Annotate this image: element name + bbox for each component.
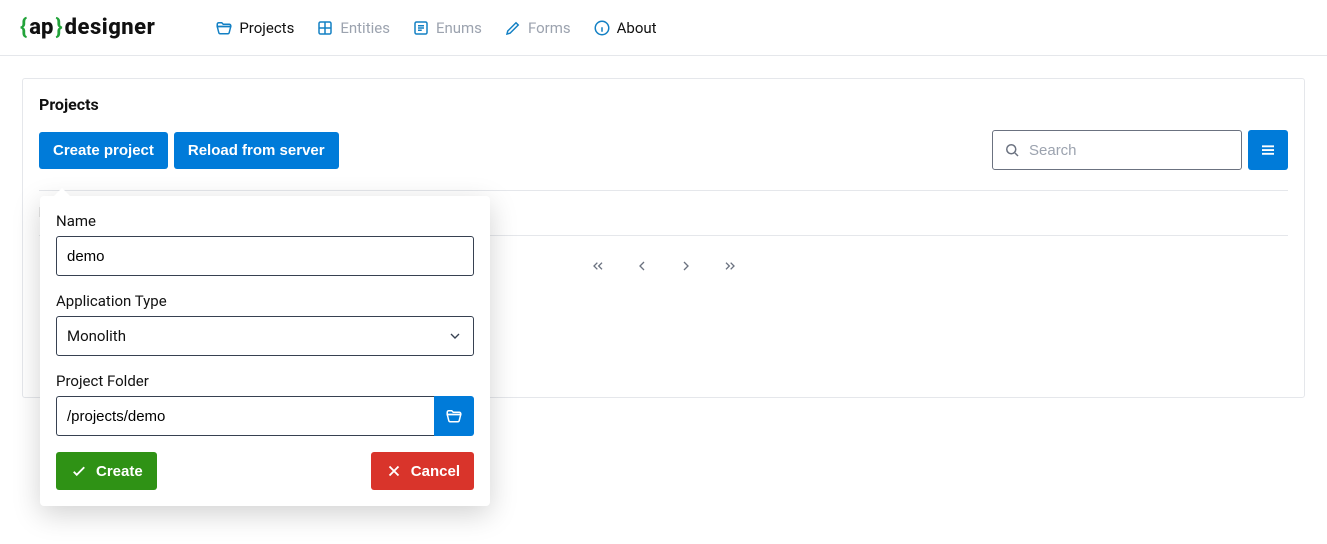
- page-last-button[interactable]: [722, 258, 738, 274]
- brand-rest: designer: [65, 15, 156, 40]
- folder-open-icon: [445, 407, 463, 425]
- create-button[interactable]: Create: [56, 452, 157, 490]
- nav-about[interactable]: About: [593, 19, 657, 37]
- apptype-value: Monolith: [67, 327, 126, 345]
- grid-icon: [316, 19, 334, 37]
- cancel-button-label: Cancel: [411, 463, 460, 480]
- folder-input-group: [56, 396, 474, 436]
- chevron-right-icon: [678, 258, 694, 274]
- chevron-down-icon: [447, 328, 463, 344]
- field-project-folder: Project Folder: [56, 372, 474, 436]
- list-icon: [412, 19, 430, 37]
- nav-enums[interactable]: Enums: [412, 19, 482, 37]
- popover-actions: Create Cancel: [56, 452, 474, 490]
- create-project-button[interactable]: Create project: [39, 132, 168, 169]
- brand-ap: ap: [29, 15, 53, 40]
- nav-forms[interactable]: Forms: [504, 19, 571, 37]
- page-prev-button[interactable]: [634, 258, 650, 274]
- card-title: Projects: [39, 95, 1288, 114]
- nav-about-label: About: [617, 19, 657, 37]
- name-input[interactable]: [56, 236, 474, 276]
- create-project-popover: Name Application Type Monolith Project F…: [40, 196, 490, 506]
- search-icon: [1003, 141, 1021, 159]
- apptype-select[interactable]: Monolith: [56, 316, 474, 356]
- top-nav: Projects Entities Enums Forms About: [215, 19, 656, 37]
- folder-input[interactable]: [56, 396, 434, 436]
- field-application-type: Application Type Monolith: [56, 292, 474, 356]
- nav-projects-label: Projects: [239, 19, 294, 37]
- reload-label: Reload from server: [188, 142, 325, 159]
- page-first-button[interactable]: [590, 258, 606, 274]
- browse-folder-button[interactable]: [434, 396, 474, 436]
- brace-right-icon: }: [55, 15, 62, 40]
- reload-button[interactable]: Reload from server: [174, 132, 339, 169]
- nav-entities-label: Entities: [340, 19, 390, 37]
- name-label: Name: [56, 212, 474, 230]
- search-field[interactable]: [992, 130, 1242, 170]
- page: Projects Create project Reload from serv…: [0, 56, 1327, 420]
- info-icon: [593, 19, 611, 37]
- chevron-left-icon: [634, 258, 650, 274]
- menu-button[interactable]: [1248, 130, 1288, 170]
- page-next-button[interactable]: [678, 258, 694, 274]
- toolbar: Create project Reload from server: [39, 130, 1288, 170]
- create-project-label: Create project: [53, 142, 154, 159]
- brand-logo: {ap} designer: [20, 15, 155, 40]
- close-icon: [385, 462, 403, 480]
- folder-open-icon: [215, 19, 233, 37]
- folder-label: Project Folder: [56, 372, 474, 390]
- nav-forms-label: Forms: [528, 19, 571, 37]
- chevrons-left-icon: [590, 258, 606, 274]
- nav-entities[interactable]: Entities: [316, 19, 390, 37]
- cancel-button[interactable]: Cancel: [371, 452, 474, 490]
- check-icon: [70, 462, 88, 480]
- nav-enums-label: Enums: [436, 19, 482, 37]
- hamburger-icon: [1259, 141, 1277, 159]
- topbar: {ap} designer Projects Entities Enums F: [0, 0, 1327, 56]
- brace-left-icon: {: [20, 15, 27, 40]
- pencil-icon: [504, 19, 522, 37]
- create-button-label: Create: [96, 463, 143, 480]
- nav-projects[interactable]: Projects: [215, 19, 294, 37]
- search-input[interactable]: [1029, 142, 1231, 159]
- chevrons-right-icon: [722, 258, 738, 274]
- field-name: Name: [56, 212, 474, 276]
- apptype-label: Application Type: [56, 292, 474, 310]
